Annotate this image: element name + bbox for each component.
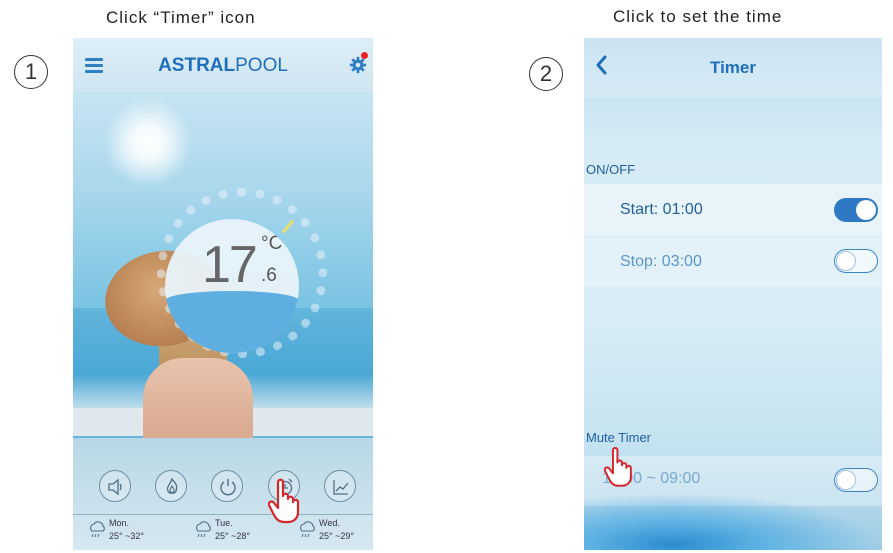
power-icon xyxy=(220,479,236,496)
temperature-value: 17 xyxy=(202,236,258,294)
mute-toggle[interactable] xyxy=(834,468,878,492)
weather-range: 25° ~29° xyxy=(319,531,354,541)
step1-number: 1 xyxy=(14,55,48,89)
timer-header: Timer xyxy=(584,38,882,98)
stop-time[interactable]: Stop: 03:00 xyxy=(620,253,702,271)
cloud-rain-icon xyxy=(90,521,105,538)
statistics-button[interactable] xyxy=(324,470,356,502)
water-level xyxy=(165,291,299,353)
weather-range: 25° ~32° xyxy=(109,531,144,541)
bottom-panel: Mon. 25° ~32° Tue. 25° ~28° Wed. 25° ~29… xyxy=(73,438,373,550)
flame-icon xyxy=(166,477,178,494)
step1-caption: Click “Timer” icon xyxy=(106,8,256,27)
temperature-decimal: .6 xyxy=(261,265,277,286)
weather-day: Tue. xyxy=(215,518,233,528)
heat-button[interactable] xyxy=(155,470,187,502)
start-time[interactable]: Start: 01:00 xyxy=(620,201,703,219)
woman-body xyxy=(143,358,253,438)
notification-dot xyxy=(361,52,368,59)
speaker-button[interactable] xyxy=(99,470,131,502)
step2-number: 2 xyxy=(529,57,563,91)
speaker-icon xyxy=(108,478,122,496)
weather-divider xyxy=(73,514,373,515)
water-splash-background xyxy=(584,493,882,550)
mute-section-label: Mute Timer xyxy=(586,430,652,445)
brand-regular: POOL xyxy=(235,55,288,76)
temperature-display: 17 °C .6 xyxy=(165,219,299,353)
weather-day: Wed. xyxy=(319,518,340,528)
app-header: ASTRALPOOL xyxy=(73,38,373,92)
home-screen: ASTRALPOOL 17 °C .6 Mon. 25° ~32° Tue. 2… xyxy=(73,38,373,550)
weather-range: 25° ~28° xyxy=(215,531,250,541)
start-toggle[interactable] xyxy=(834,198,878,222)
power-button[interactable] xyxy=(211,470,243,502)
page-title: Timer xyxy=(710,58,756,77)
brand-logo: ASTRALPOOL xyxy=(73,55,373,77)
chart-icon xyxy=(333,480,349,495)
step2-caption: Click to set the time xyxy=(613,7,783,26)
pointer-hand-icon xyxy=(268,478,300,524)
weather-day: Mon. xyxy=(109,518,130,528)
brand-bold: ASTRAL xyxy=(158,55,236,76)
temperature-unit: °C xyxy=(261,233,283,254)
pointer-hand-icon xyxy=(604,447,632,487)
sun-glare xyxy=(103,98,193,188)
stop-toggle[interactable] xyxy=(834,249,878,273)
start-row[interactable]: Start: 01:00 xyxy=(584,184,882,236)
stop-row[interactable]: Stop: 03:00 xyxy=(584,237,882,287)
cloud-rain-icon xyxy=(196,521,211,538)
onoff-section-label: ON/OFF xyxy=(586,162,636,177)
